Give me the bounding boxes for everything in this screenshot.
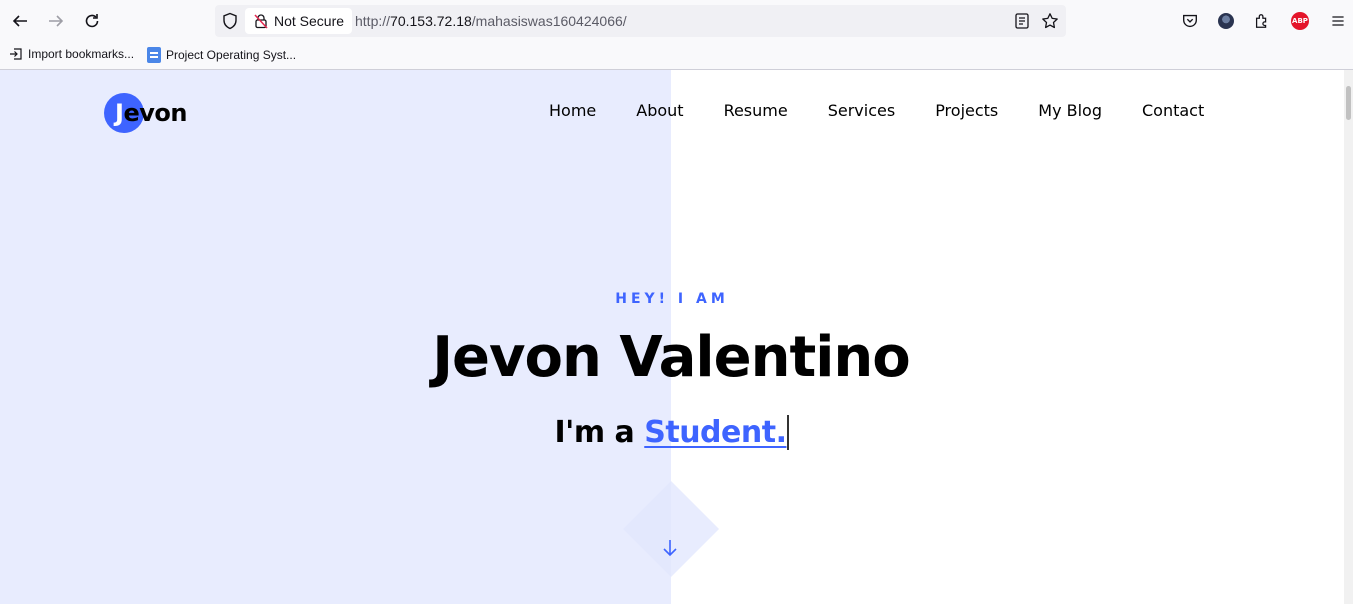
scrollbar-thumb[interactable] xyxy=(1346,86,1351,120)
avatar-icon xyxy=(1218,13,1234,29)
import-icon xyxy=(10,48,22,60)
page-scrollbar[interactable] xyxy=(1344,70,1353,604)
hero-greeting: HEY! I AM xyxy=(615,291,729,307)
reload-button[interactable] xyxy=(80,9,104,33)
logo-text: Jevon xyxy=(115,99,187,127)
site-logo[interactable]: Jevon xyxy=(104,93,187,133)
logo-rest: evon xyxy=(123,99,187,127)
shield-icon[interactable] xyxy=(221,12,239,30)
back-button[interactable] xyxy=(8,9,32,33)
arrow-left-icon xyxy=(12,15,27,27)
account-button[interactable] xyxy=(1216,11,1236,31)
bookmark-label: Project Operating Syst... xyxy=(166,48,297,62)
menu-button[interactable] xyxy=(1328,11,1348,31)
url-host: 70.153.72.18 xyxy=(390,13,472,29)
star-icon[interactable] xyxy=(1041,12,1059,30)
hero-role: I'm a Student. xyxy=(0,415,1344,450)
browser-toolbar: Not Secure http://70.153.72.18/mahasiswa… xyxy=(0,0,1353,42)
role-typed: Student. xyxy=(644,415,790,450)
security-indicator[interactable]: Not Secure xyxy=(245,8,353,34)
bookmarks-bar: Import bookmarks... Project Operating Sy… xyxy=(0,42,1353,70)
reload-icon xyxy=(85,14,99,28)
url-bar[interactable]: Not Secure http://70.153.72.18/mahasiswa… xyxy=(215,5,1066,37)
security-label: Not Secure xyxy=(274,13,345,29)
nav-projects[interactable]: Projects xyxy=(935,101,998,120)
bookmark-import[interactable]: Import bookmarks... xyxy=(9,47,134,61)
nav-services[interactable]: Services xyxy=(828,101,895,120)
adblock-button[interactable]: ABP xyxy=(1290,11,1310,31)
arrow-right-icon xyxy=(49,15,64,27)
url-text[interactable]: http://70.153.72.18/mahasiswas160424066/ xyxy=(355,13,627,29)
document-icon xyxy=(147,47,161,63)
adblock-icon: ABP xyxy=(1291,12,1309,30)
nav-home[interactable]: Home xyxy=(549,101,596,120)
nav-my-blog[interactable]: My Blog xyxy=(1038,101,1102,120)
nav-contact[interactable]: Contact xyxy=(1142,101,1204,120)
forward-button[interactable] xyxy=(44,9,68,33)
extensions-button[interactable] xyxy=(1252,11,1272,31)
pocket-button[interactable] xyxy=(1180,11,1200,31)
reader-view-icon[interactable] xyxy=(1013,12,1031,30)
main-nav: Home About Resume Services Projects My B… xyxy=(549,101,1244,120)
puzzle-icon xyxy=(1255,14,1267,28)
hamburger-icon xyxy=(1332,16,1344,26)
url-prefix: http:// xyxy=(355,13,391,29)
bookmark-project[interactable]: Project Operating Syst... xyxy=(147,47,296,63)
hero-name: Jevon Valentino xyxy=(432,325,911,390)
scroll-down-icon[interactable] xyxy=(660,537,680,559)
role-prefix: I'm a xyxy=(554,415,645,450)
pocket-icon xyxy=(1183,14,1197,28)
bookmark-label: Import bookmarks... xyxy=(28,47,135,61)
nav-resume[interactable]: Resume xyxy=(724,101,788,120)
web-page: Jevon Home About Resume Services Project… xyxy=(0,70,1344,604)
url-path: /mahasiswas160424066/ xyxy=(471,13,627,29)
nav-about[interactable]: About xyxy=(636,101,683,120)
insecure-lock-icon xyxy=(254,14,268,29)
